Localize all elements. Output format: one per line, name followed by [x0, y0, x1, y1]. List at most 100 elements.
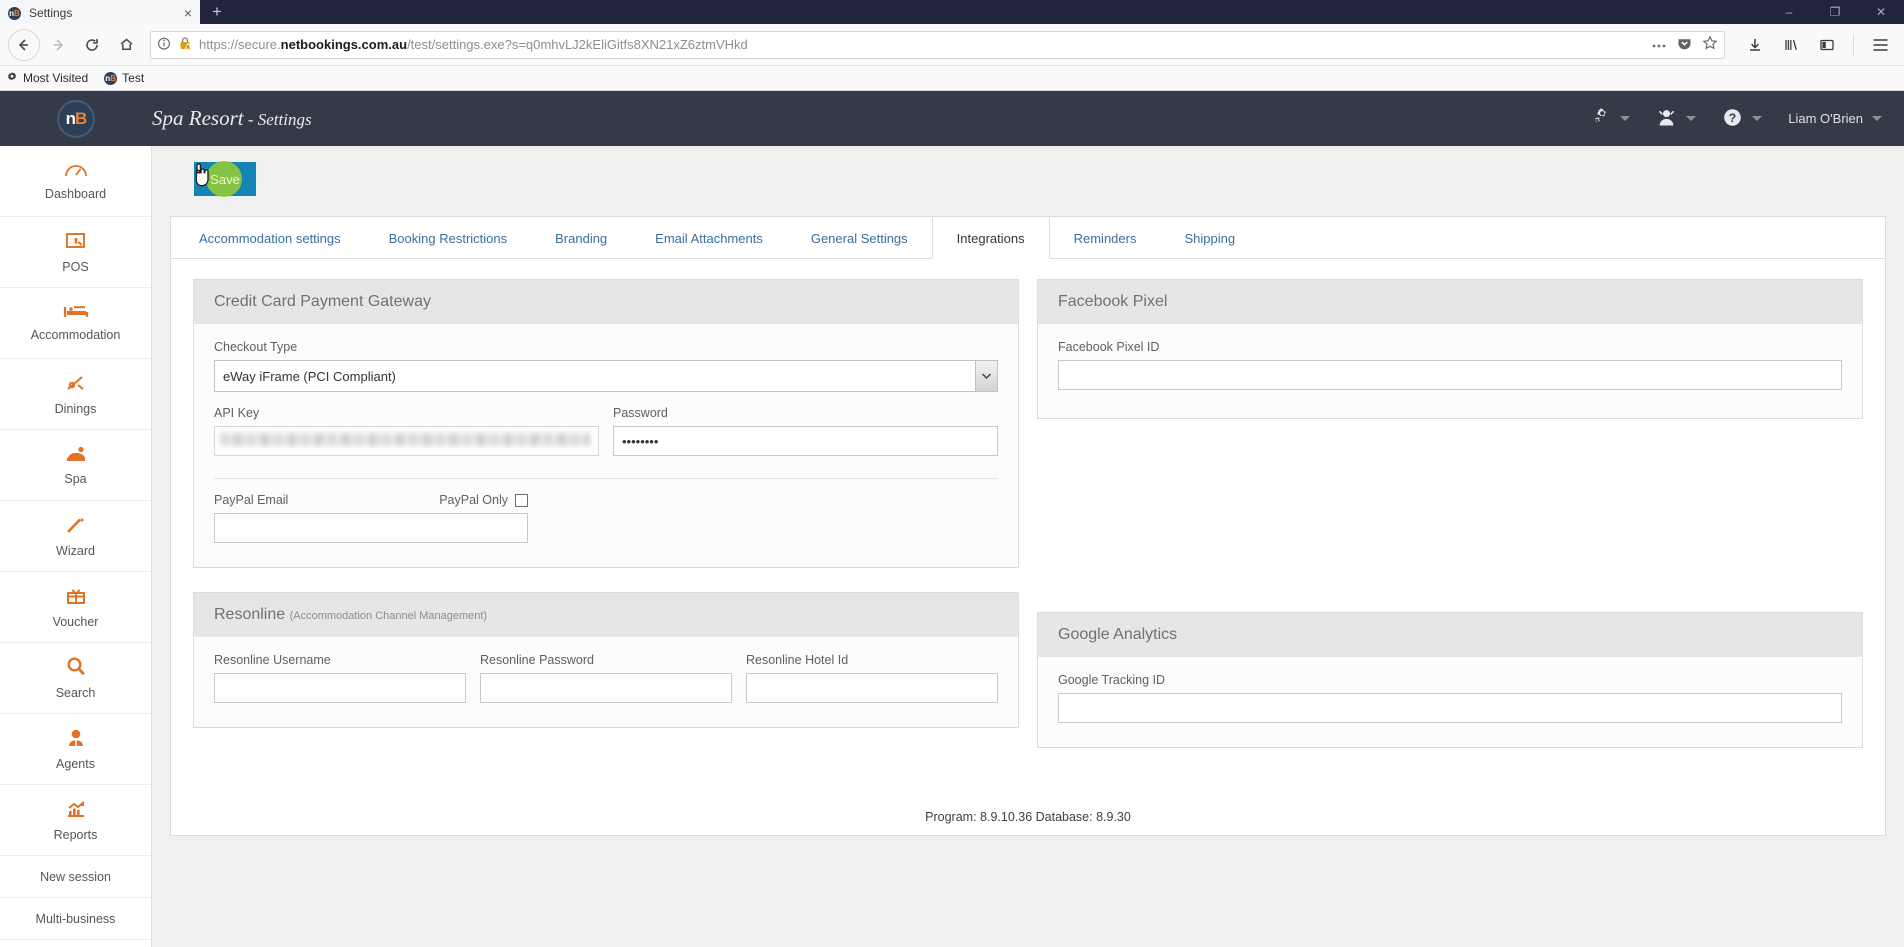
user-icon: [1656, 107, 1677, 130]
facebook-pixel-card: Facebook Pixel Facebook Pixel ID: [1037, 279, 1863, 419]
new-tab-button[interactable]: +: [200, 0, 234, 24]
gift-icon: [65, 586, 87, 610]
restore-icon[interactable]: ❐: [1812, 0, 1858, 24]
nb-logo-icon: nB: [57, 99, 95, 138]
paypal-row-head: PayPal Email PayPal Only: [214, 493, 528, 507]
sidebar-item-accommodation[interactable]: Accommodation: [0, 288, 151, 359]
pocket-save-icon[interactable]: [1677, 36, 1692, 54]
page-title: Spa Resort - Settings: [152, 106, 312, 131]
tab-integrations[interactable]: Integrations: [931, 217, 1050, 259]
app-logo-wrap[interactable]: nB: [0, 99, 152, 138]
resonline-fields-row: Resonline Username Resonline Password Re…: [214, 653, 998, 703]
tab-general-settings[interactable]: General Settings: [787, 218, 932, 258]
sidebar-item-pos[interactable]: POS: [0, 217, 151, 288]
bed-icon: [63, 305, 89, 323]
bookmark-label: Most Visited: [23, 71, 89, 85]
sidebar-item-voucher[interactable]: Voucher: [0, 572, 151, 643]
page-subtitle: - Settings: [243, 110, 312, 129]
back-icon[interactable]: [8, 28, 40, 61]
card-body: Checkout Type eWay iFrame (PCI Compliant…: [194, 324, 1018, 567]
paypal-only-checkbox[interactable]: [515, 493, 528, 507]
paypal-email-input[interactable]: [214, 513, 528, 543]
resonline-hotel-id-input[interactable]: [746, 673, 998, 703]
sidebar-item-label: Search: [55, 686, 96, 700]
sidebar-item-label: Accommodation: [30, 327, 121, 342]
facebook-pixel-id-input[interactable]: [1058, 360, 1842, 390]
account-menu[interactable]: Liam O'Brien: [1788, 111, 1882, 126]
header-actions: ? Liam O'Brien: [1589, 107, 1882, 131]
minimize-icon[interactable]: –: [1766, 0, 1812, 24]
bookmark-test[interactable]: nB Test: [104, 71, 144, 85]
close-window-icon[interactable]: ✕: [1858, 0, 1904, 24]
browser-navbar: https://secure.netbookings.com.au/test/s…: [0, 24, 1904, 66]
tab-accommodation-settings[interactable]: Accommodation settings: [175, 218, 365, 258]
tab-shipping[interactable]: Shipping: [1160, 218, 1259, 258]
resonline-card: Resonline (Accommodation Channel Managem…: [193, 592, 1019, 728]
user-menu[interactable]: [1656, 107, 1697, 130]
sidebar-item-new-session[interactable]: New session: [0, 856, 151, 898]
card-body: Facebook Pixel ID: [1038, 324, 1862, 418]
tab-branding[interactable]: Branding: [531, 218, 631, 258]
bookmark-most-visited[interactable]: Most Visited: [6, 71, 88, 86]
resonline-username-group: Resonline Username: [214, 653, 466, 703]
hamburger-menu-icon[interactable]: [1864, 29, 1896, 61]
insecure-lock-warning-icon[interactable]: [178, 36, 192, 54]
resonline-password-input[interactable]: [480, 673, 732, 703]
home-icon[interactable]: [110, 29, 142, 61]
help-menu[interactable]: ?: [1722, 107, 1763, 131]
resonline-username-input[interactable]: [214, 673, 466, 703]
card-title: Resonline (Accommodation Channel Managem…: [194, 593, 1018, 637]
password-input[interactable]: [613, 426, 998, 456]
bookmark-star-icon[interactable]: [1702, 35, 1718, 54]
checkout-type-wrap: eWay iFrame (PCI Compliant): [214, 360, 998, 392]
google-tracking-id-input[interactable]: [1058, 693, 1842, 723]
magic-wand-icon: [65, 515, 87, 539]
site-info-icon[interactable]: [157, 36, 171, 53]
main-content: Save Accommodation settings Booking Rest…: [152, 146, 1904, 947]
tab-booking-restrictions[interactable]: Booking Restrictions: [365, 218, 532, 258]
page-actions-ellipsis-icon[interactable]: [1651, 37, 1667, 52]
bookmarks-bar: Most Visited nB Test: [0, 66, 1904, 91]
tab-reminders[interactable]: Reminders: [1050, 218, 1161, 258]
downloads-icon[interactable]: [1739, 29, 1771, 61]
reload-icon[interactable]: [76, 29, 108, 61]
app-shell: Dashboard POS Accommodation Dinings Spa: [0, 146, 1904, 947]
checkout-type-select[interactable]: eWay iFrame (PCI Compliant): [214, 360, 998, 392]
chevron-down-icon: [1752, 116, 1763, 121]
tab-email-attachments[interactable]: Email Attachments: [631, 218, 787, 258]
sidebar-item-multi-business[interactable]: Multi-business: [0, 898, 151, 940]
paypal-only-label: PayPal Only: [439, 493, 508, 507]
sidebar-item-dashboard[interactable]: Dashboard: [0, 146, 151, 217]
settings-menu[interactable]: [1589, 107, 1631, 130]
credit-card-gateway-card: Credit Card Payment Gateway Checkout Typ…: [193, 279, 1019, 568]
browser-tab[interactable]: nB Settings ×: [0, 0, 200, 24]
api-credentials-row: API Key Password: [214, 406, 998, 456]
forward-icon[interactable]: [42, 29, 74, 61]
api-key-input[interactable]: [214, 426, 599, 456]
sidebar-item-search[interactable]: Search: [0, 643, 151, 714]
close-icon[interactable]: ×: [184, 6, 192, 20]
resonline-subtitle: (Accommodation Channel Management): [289, 610, 488, 622]
sidebar-item-label: Agents: [56, 756, 95, 771]
svg-text:?: ?: [1729, 111, 1736, 125]
sidebar-item-dinings[interactable]: Dinings: [0, 359, 151, 430]
sidebar-item-label: New session: [40, 869, 111, 884]
window-controls: – ❐ ✕: [1766, 0, 1904, 24]
sidebar-item-wizard[interactable]: Wizard: [0, 501, 151, 572]
chevron-down-icon: [1620, 116, 1631, 121]
resonline-password-group: Resonline Password: [480, 653, 732, 703]
resonline-hotel-id-group: Resonline Hotel Id: [746, 653, 998, 703]
chart-growth-icon: [65, 799, 87, 823]
user-name: Liam O'Brien: [1788, 111, 1863, 126]
sidebar-toggle-icon[interactable]: [1811, 29, 1843, 61]
sidebar-item-spa[interactable]: Spa: [0, 430, 151, 501]
url-bar[interactable]: https://secure.netbookings.com.au/test/s…: [150, 30, 1725, 59]
sidebar-item-reports[interactable]: Reports: [0, 785, 151, 856]
library-icon[interactable]: [1775, 29, 1807, 61]
dashboard-gauge-icon: [64, 161, 88, 182]
massage-icon: [64, 445, 88, 467]
password-group: Password: [613, 406, 998, 456]
resonline-hotel-id-label: Resonline Hotel Id: [746, 653, 849, 667]
sidebar-item-agents[interactable]: Agents: [0, 714, 151, 785]
version-footer: Program: 8.9.10.36 Database: 8.9.30: [925, 810, 1131, 824]
